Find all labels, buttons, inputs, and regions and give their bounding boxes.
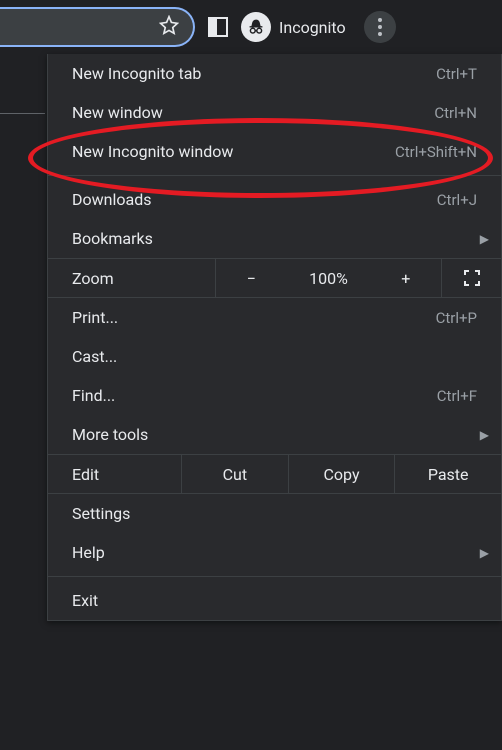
menu-item-more-tools[interactable]: More tools ▶	[48, 415, 501, 454]
tab-strip-edge	[0, 54, 45, 114]
zoom-label: Zoom	[48, 259, 216, 297]
menu-separator	[48, 175, 501, 176]
menu-separator	[48, 576, 501, 577]
zoom-level: 100%	[286, 259, 370, 297]
menu-item-new-window[interactable]: New window Ctrl+N	[48, 93, 501, 132]
kebab-icon	[378, 18, 382, 36]
fullscreen-icon	[464, 270, 480, 286]
bookmark-star-icon[interactable]	[159, 15, 179, 39]
incognito-badge: Incognito	[241, 12, 346, 42]
browser-toolbar: Incognito	[0, 0, 502, 54]
incognito-label: Incognito	[279, 18, 346, 37]
cut-button[interactable]: Cut	[182, 455, 289, 493]
menu-item-cast[interactable]: Cast...	[48, 337, 501, 376]
paste-button[interactable]: Paste	[395, 455, 501, 493]
address-bar[interactable]	[0, 7, 195, 47]
chevron-right-icon: ▶	[480, 546, 489, 560]
fullscreen-button[interactable]	[441, 259, 501, 297]
menu-item-print[interactable]: Print... Ctrl+P	[48, 298, 501, 337]
side-panel-icon[interactable]	[207, 16, 229, 38]
menu-item-help[interactable]: Help ▶	[48, 533, 501, 572]
zoom-in-button[interactable]: +	[371, 259, 441, 297]
copy-button[interactable]: Copy	[289, 455, 396, 493]
chevron-right-icon: ▶	[480, 232, 489, 246]
chrome-menu: New Incognito tab Ctrl+T New window Ctrl…	[47, 54, 502, 621]
chevron-right-icon: ▶	[480, 428, 489, 442]
zoom-controls: Zoom − 100% +	[48, 258, 501, 298]
menu-item-downloads[interactable]: Downloads Ctrl+J	[48, 180, 501, 219]
zoom-out-button[interactable]: −	[216, 259, 286, 297]
menu-item-settings[interactable]: Settings	[48, 494, 501, 533]
menu-item-bookmarks[interactable]: Bookmarks ▶	[48, 219, 501, 258]
menu-item-exit[interactable]: Exit	[48, 581, 501, 620]
edit-controls: Edit Cut Copy Paste	[48, 454, 501, 494]
menu-item-new-incognito-window[interactable]: New Incognito window Ctrl+Shift+N	[48, 132, 501, 171]
edit-label: Edit	[48, 455, 182, 493]
menu-item-new-incognito-tab[interactable]: New Incognito tab Ctrl+T	[48, 54, 501, 93]
menu-item-find[interactable]: Find... Ctrl+F	[48, 376, 501, 415]
incognito-icon	[241, 12, 271, 42]
menu-button[interactable]	[364, 11, 396, 43]
